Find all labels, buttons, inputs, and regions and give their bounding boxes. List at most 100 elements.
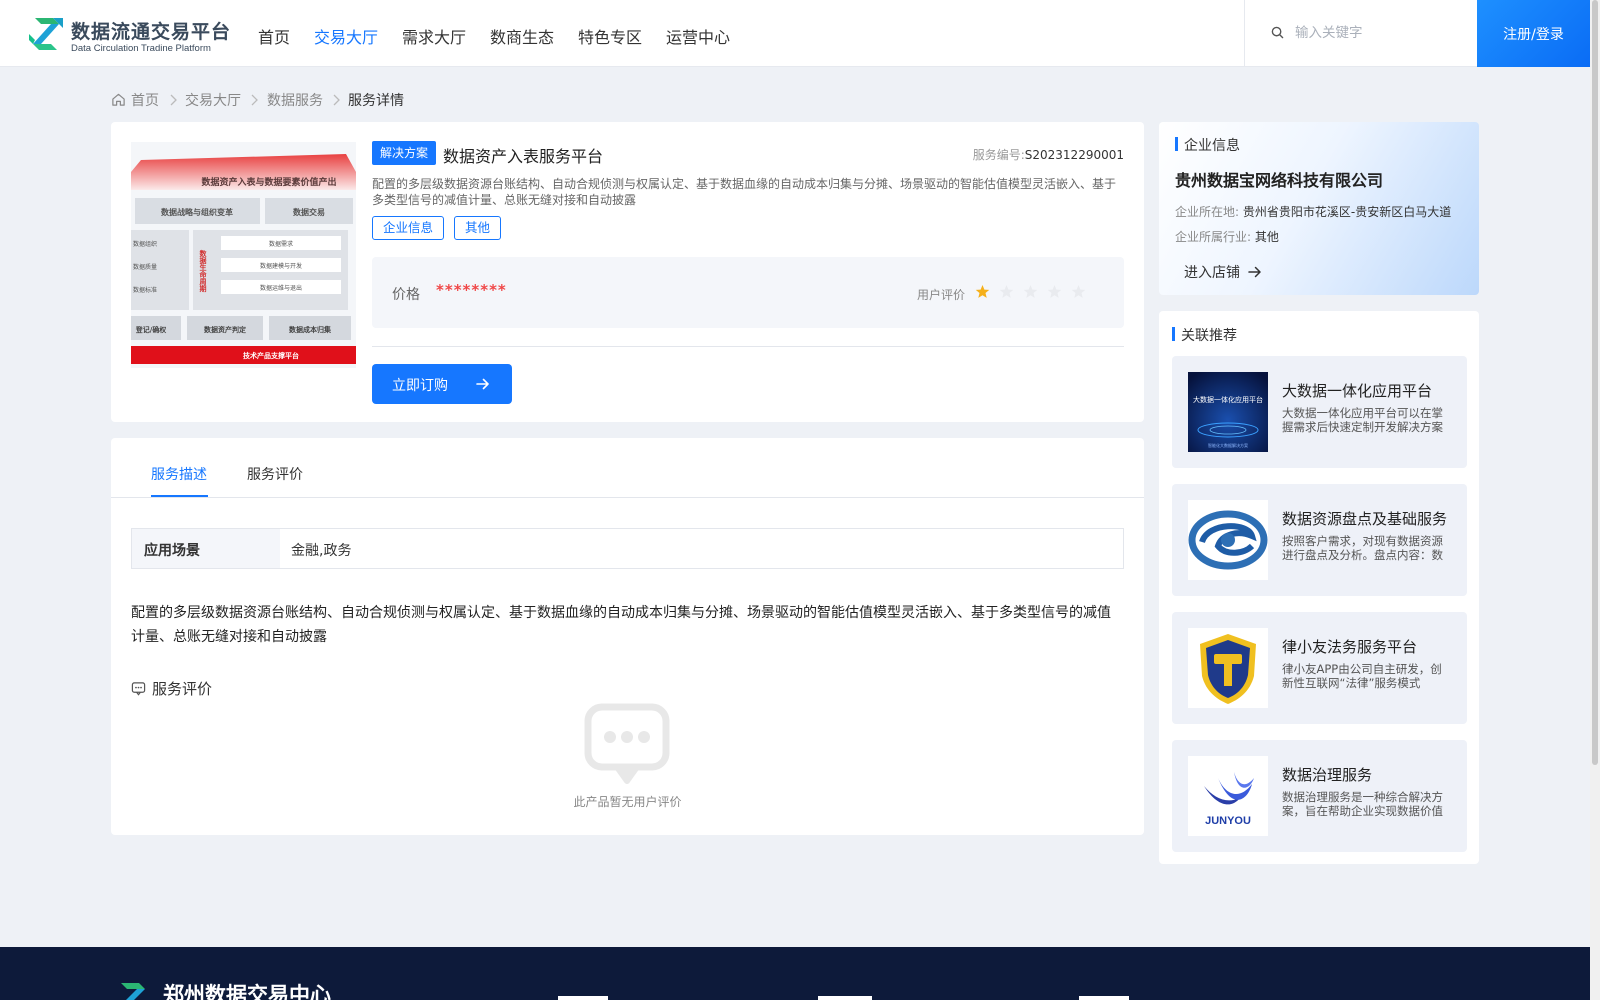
tab-service-description[interactable]: 服务描述 — [151, 464, 207, 484]
chevron-right-icon — [333, 94, 340, 106]
enter-shop-link[interactable]: 进入店铺 — [1184, 262, 1262, 282]
svg-text:数据需求: 数据需求 — [269, 240, 293, 248]
breadcrumb-data-service[interactable]: 数据服务 — [267, 90, 323, 110]
search-box — [1244, 0, 1476, 67]
register-login-button[interactable]: 注册/登录 — [1477, 0, 1590, 67]
chevron-right-icon — [170, 94, 177, 106]
footer-title: 郑州数据交易中心 — [163, 983, 331, 1000]
application-scene-table: 应用场景 金融,政务 — [131, 528, 1124, 569]
recommend-card[interactable]: JUNYOU 数据治理服务 数据治理服务是一种综合解决方案，旨在帮助企业实现数据… — [1172, 740, 1467, 852]
active-tab-indicator — [151, 495, 208, 497]
tag-company-info[interactable]: 企业信息 — [372, 216, 445, 240]
solution-type-tag: 解决方案 — [372, 141, 437, 165]
recommend-title: 数据资源盘点及基础服务 — [1282, 510, 1448, 528]
related-recommendations-panel: 关联推荐 大数据一体化应用平台 智能化大数据解决方案 大数据一体化应用平台 大数… — [1159, 311, 1479, 864]
breadcrumb-home[interactable]: 首页 — [131, 90, 159, 110]
footer-column-heading — [1079, 996, 1129, 1000]
breadcrumb-trading-hall[interactable]: 交易大厅 — [185, 90, 241, 110]
service-number: 服务编号:S202312290001 — [973, 146, 1124, 163]
search-input[interactable] — [1295, 20, 1465, 46]
price-box: 价格 ******** 用户评价 — [372, 257, 1124, 328]
svg-text:数据资产判定: 数据资产判定 — [204, 325, 246, 334]
footer-logo: 郑州数据交易中心 — [113, 975, 363, 1000]
section-marker — [1175, 137, 1178, 151]
footer-column-heading — [818, 996, 872, 1000]
svg-text:数据运维与退出: 数据运维与退出 — [260, 284, 302, 292]
chevron-right-icon — [251, 94, 258, 106]
review-section-title: 服务评价 — [152, 680, 213, 698]
star-icon — [1047, 284, 1062, 298]
nav-item-ecosystem[interactable]: 数商生态 — [490, 24, 554, 48]
section-marker — [1172, 327, 1175, 341]
service-long-description: 配置的多层级数据资源台账结构、自动合规侦测与权属认定、基于数据血缘的自动成本归集… — [131, 605, 1111, 645]
empty-review-text: 此产品暂无用户评价 — [573, 795, 682, 809]
company-location-label: 企业所在地: — [1175, 205, 1240, 219]
enter-shop-label: 进入店铺 — [1184, 265, 1240, 281]
tag-other[interactable]: 其他 — [454, 216, 502, 240]
scrollbar-thumb[interactable] — [1592, 0, 1598, 765]
recommend-desc: 律小友APP由公司自主研发，创新性互联网“法律”服务模式 — [1282, 662, 1442, 690]
star-icon — [999, 284, 1014, 298]
svg-text:登记/确权: 登记/确权 — [135, 325, 168, 334]
svg-text:技术产品支撑平台: 技术产品支撑平台 — [243, 351, 299, 360]
nav-item-special-zone[interactable]: 特色专区 — [578, 24, 642, 48]
arrow-right-icon — [1248, 266, 1261, 278]
page-footer: 郑州数据交易中心 — [0, 947, 1590, 1000]
recommend-title: 大数据一体化应用平台 — [1282, 382, 1433, 400]
empty-chat-icon — [584, 703, 670, 784]
recommend-desc: 按照客户需求，对现有数据资源进行盘点及分析。盘点内容：数据资源 — [1282, 534, 1443, 562]
recommend-card[interactable]: 大数据一体化应用平台 智能化大数据解决方案 大数据一体化应用平台 大数据一体化应… — [1172, 356, 1467, 468]
nav-item-operations[interactable]: 运营中心 — [666, 24, 730, 48]
footer-column-heading — [558, 996, 608, 1000]
buy-now-label: 立即订购 — [392, 378, 448, 394]
top-header: 数据流通交易平台 Data Circulation Tradine Platfo… — [0, 0, 1590, 67]
svg-text:数据战略与组织变革: 数据战略与组织变革 — [161, 207, 233, 217]
company-name: 贵州数据宝网络科技有限公司 — [1175, 171, 1384, 190]
logo-subtitle: Data Circulation Tradine Platform — [71, 43, 211, 54]
recommend-card[interactable]: 数据资源盘点及基础服务 按照客户需求，对现有数据资源进行盘点及分析。盘点内容：数… — [1172, 484, 1467, 596]
home-icon[interactable] — [111, 92, 126, 107]
breadcrumb-current: 服务详情 — [348, 93, 404, 109]
company-section-title: 企业信息 — [1184, 138, 1240, 154]
service-number-label: 服务编号: — [972, 148, 1025, 162]
logo-title: 数据流通交易平台 — [71, 21, 232, 43]
image-banner-text: 数据资产入表与数据要素价值产出 — [201, 176, 336, 188]
price-value: ******** — [436, 281, 507, 299]
site-logo[interactable]: 数据流通交易平台 Data Circulation Tradine Platfo… — [29, 14, 232, 54]
service-number-value: S202312290001 — [1024, 148, 1124, 162]
scene-label: 应用场景 — [132, 529, 280, 568]
arrow-right-icon — [476, 378, 489, 390]
nav-item-demand-hall[interactable]: 需求大厅 — [402, 24, 466, 48]
company-location-row: 企业所在地: 贵州省贵阳市花溪区-贵安新区白马大道 — [1175, 203, 1451, 220]
recommend-thumbnail — [1188, 628, 1268, 708]
search-icon[interactable] — [1271, 26, 1284, 39]
svg-text:大数据一体化应用平台: 大数据一体化应用平台 — [1193, 395, 1263, 404]
logo-mark-icon — [121, 983, 145, 1000]
svg-text:智能化大数据解决方案: 智能化大数据解决方案 — [1208, 442, 1248, 448]
star-icon — [975, 284, 990, 298]
company-industry-value: 其他 — [1254, 230, 1279, 244]
logo-mark-icon — [29, 18, 63, 50]
buy-now-button[interactable]: 立即订购 — [372, 364, 512, 404]
recommend-desc: 大数据一体化应用平台可以在掌握需求后快速定制开发解决方案 — [1282, 406, 1443, 434]
svg-text:数据质量: 数据质量 — [133, 263, 157, 271]
service-detail-panel: 服务描述 服务评价 应用场景 金融,政务 配置的多层级数据资源台账结构、自动合规… — [111, 438, 1144, 835]
recommend-title: 律小友法务服务平台 — [1282, 638, 1418, 656]
company-location-value: 贵州省贵阳市花溪区-贵安新区白马大道 — [1242, 205, 1452, 219]
star-icon — [1023, 284, 1038, 298]
svg-text:JUNYOU: JUNYOU — [1205, 815, 1251, 827]
product-image: 数据资产入表与数据要素价值产出 数据战略与组织变革 数据交易 数据组织 数据质量… — [131, 142, 356, 368]
divider — [372, 346, 1124, 347]
tab-service-reviews[interactable]: 服务评价 — [247, 464, 303, 484]
recommend-thumbnail: 大数据一体化应用平台 智能化大数据解决方案 — [1188, 372, 1268, 452]
nav-item-trading-hall[interactable]: 交易大厅 — [314, 24, 378, 48]
price-label: 价格 — [392, 287, 420, 303]
comment-icon — [131, 682, 146, 696]
nav-item-home[interactable]: 首页 — [258, 24, 290, 48]
page-scrollbar[interactable] — [1590, 0, 1600, 1000]
company-industry-label: 企业所属行业: — [1175, 230, 1252, 244]
recommend-card[interactable]: 律小友法务服务平台 律小友APP由公司自主研发，创新性互联网“法律”服务模式 — [1172, 612, 1467, 724]
product-description: 配置的多层级数据资源台账结构、自动合规侦测与权属认定、基于数据血缘的自动成本归集… — [372, 177, 1117, 207]
recommend-desc: 数据治理服务是一种综合解决方案，旨在帮助企业实现数据价值 — [1282, 790, 1443, 818]
svg-text:数据交易: 数据交易 — [293, 207, 325, 217]
